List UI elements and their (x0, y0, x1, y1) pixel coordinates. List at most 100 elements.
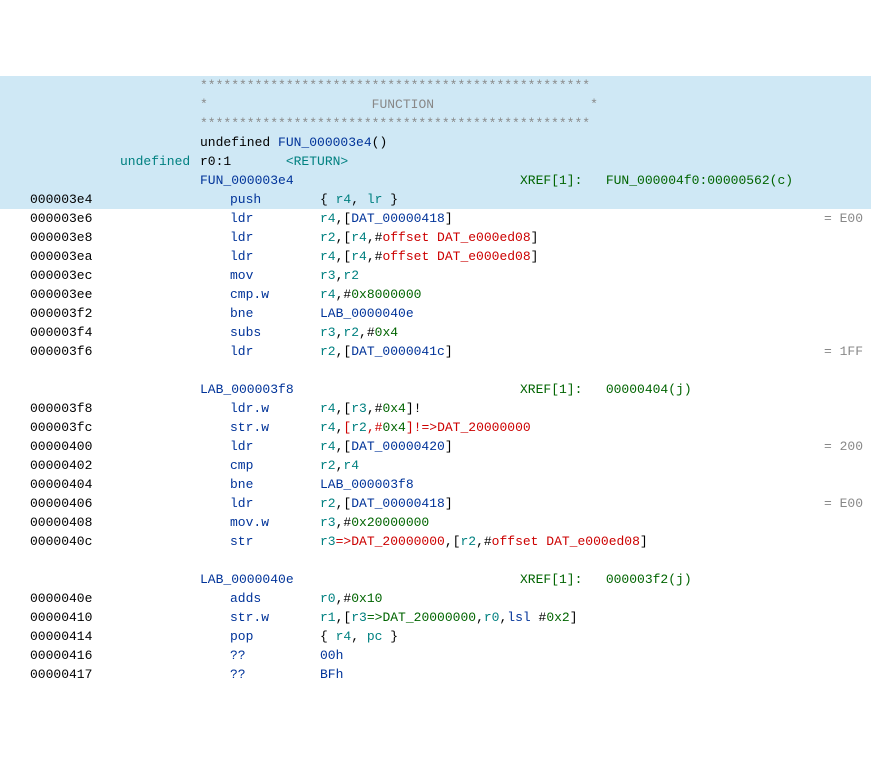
instruction-row[interactable]: 000003f6ldrr2,[DAT_0000041c]= 1FF (0, 342, 871, 361)
operands[interactable]: { r4, pc } (320, 627, 871, 646)
mnemonic: str.w (230, 608, 320, 627)
address[interactable]: 000003e8 (30, 228, 120, 247)
mnemonic: bne (230, 304, 320, 323)
address[interactable]: 00000402 (30, 456, 120, 475)
operands[interactable]: r2,r4 (320, 456, 871, 475)
address[interactable]: 000003f4 (30, 323, 120, 342)
address[interactable]: 000003ee (30, 285, 120, 304)
instruction-row[interactable]: 00000402 cmpr2,r4 (0, 456, 871, 475)
mnemonic: subs (230, 323, 320, 342)
mnemonic: ldr (230, 342, 320, 361)
address[interactable]: 00000417 (30, 665, 120, 684)
mnemonic: ldr (230, 494, 320, 513)
address[interactable]: 000003e6 (30, 209, 120, 228)
operands[interactable]: r1,[r3=>DAT_20000000,r0,lsl #0x2] (320, 608, 871, 627)
mnemonic: ldr (230, 437, 320, 456)
operands[interactable]: r3,#0x20000000 (320, 513, 871, 532)
operands[interactable]: r4,[DAT_00000418] (320, 209, 793, 228)
blank-line (0, 361, 871, 380)
address[interactable]: 000003f8 (30, 399, 120, 418)
instruction-row[interactable]: 00000406ldrr2,[DAT_00000418]= E00 (0, 494, 871, 513)
operands[interactable]: r2,[DAT_00000418] (320, 494, 793, 513)
mnemonic: push (230, 190, 320, 209)
mnemonic: cmp (230, 456, 320, 475)
operands[interactable]: { r4, lr } (320, 190, 871, 209)
function-banner-top: ****************************************… (0, 76, 871, 95)
mnemonic: pop (230, 627, 320, 646)
xref-link[interactable]: FUN_000004f0:00000562(c) (606, 173, 793, 188)
address[interactable]: 000003fc (30, 418, 120, 437)
instruction-row[interactable]: 000003fcstr.wr4,[r2,#0x4]!=>DAT_20000000 (0, 418, 871, 437)
instruction-row[interactable]: 000003e4 push{ r4, lr } (0, 190, 871, 209)
address[interactable]: 0000040c (30, 532, 120, 551)
address[interactable]: 00000404 (30, 475, 120, 494)
address[interactable]: 000003f2 (30, 304, 120, 323)
address[interactable]: 000003ec (30, 266, 120, 285)
function-banner-title: * FUNCTION * (0, 95, 871, 114)
operands[interactable]: r2,[DAT_0000041c] (320, 342, 793, 361)
operands[interactable]: r0,#0x10 (320, 589, 871, 608)
address[interactable]: 00000408 (30, 513, 120, 532)
operands[interactable]: r4,[DAT_00000420] (320, 437, 793, 456)
code-label[interactable]: LAB_000003f8 XREF[1]: 00000404(j) (0, 380, 871, 399)
instruction-row[interactable]: 000003ec movr3,r2 (0, 266, 871, 285)
function-name[interactable]: FUN_000003e4 (278, 135, 372, 150)
instruction-row[interactable]: 000003f2 bneLAB_0000040e (0, 304, 871, 323)
operands[interactable]: r3=>DAT_20000000,[r2,#offset DAT_e000ed0… (320, 532, 871, 551)
function-label[interactable]: FUN_000003e4 XREF[1]: FUN_000004f0:000005… (0, 171, 871, 190)
instruction-row[interactable]: 00000410 str.wr1,[r3=>DAT_20000000,r0,lsl… (0, 608, 871, 627)
operands[interactable]: LAB_000003f8 (320, 475, 871, 494)
instruction-row[interactable]: 000003f4 subsr3,r2,#0x4 (0, 323, 871, 342)
instruction-row[interactable]: 000003e6ldrr4,[DAT_00000418]= E00 (0, 209, 871, 228)
operands[interactable]: r4,[r2,#0x4]!=>DAT_20000000 (320, 418, 871, 437)
label-name[interactable]: LAB_0000040e (200, 572, 294, 587)
mnemonic: ?? (230, 646, 320, 665)
blank-line (0, 551, 871, 570)
address[interactable]: 00000400 (30, 437, 120, 456)
address[interactable]: 000003f6 (30, 342, 120, 361)
instruction-row[interactable]: 0000040c strr3=>DAT_20000000,[r2,#offset … (0, 532, 871, 551)
address[interactable]: 00000406 (30, 494, 120, 513)
instruction-row[interactable]: 00000416??00h (0, 646, 871, 665)
instruction-row[interactable]: 000003ealdrr4,[r4,#offset DAT_e000ed08] (0, 247, 871, 266)
operands[interactable]: r3,r2,#0x4 (320, 323, 871, 342)
xref-count: XREF[1]: (520, 173, 582, 188)
instruction-row[interactable]: 00000417??BFh (0, 665, 871, 684)
address[interactable]: 00000410 (30, 608, 120, 627)
instruction-row[interactable]: 000003eecmp.wr4,#0x8000000 (0, 285, 871, 304)
address[interactable]: 000003ea (30, 247, 120, 266)
operands[interactable]: r4,[r4,#offset DAT_e000ed08] (320, 247, 871, 266)
code-label[interactable]: LAB_0000040e XREF[1]: 000003f2(j) (0, 570, 871, 589)
operands[interactable]: r4,[r3,#0x4]! (320, 399, 871, 418)
instruction-row[interactable]: 0000040eaddsr0,#0x10 (0, 589, 871, 608)
xref-count: XREF[1]: (520, 382, 582, 397)
instruction-row[interactable]: 00000414 pop{ r4, pc } (0, 627, 871, 646)
mnemonic: mov (230, 266, 320, 285)
disassembly-listing[interactable]: ****************************************… (0, 76, 871, 684)
mnemonic: ?? (230, 665, 320, 684)
xref-link[interactable]: 000003f2(j) (606, 572, 692, 587)
instruction-row[interactable]: 00000404 bneLAB_000003f8 (0, 475, 871, 494)
xref-count: XREF[1]: (520, 572, 582, 587)
operands[interactable]: r2,[r4,#offset DAT_e000ed08] (320, 228, 871, 247)
address[interactable]: 00000414 (30, 627, 120, 646)
instruction-row[interactable]: 000003e8ldrr2,[r4,#offset DAT_e000ed08] (0, 228, 871, 247)
function-signature[interactable]: undefined FUN_000003e4() (0, 133, 871, 152)
label-name[interactable]: LAB_000003f8 (200, 382, 294, 397)
function-label-name[interactable]: FUN_000003e4 (200, 173, 294, 188)
instruction-row[interactable]: 000003f8ldr.wr4,[r3,#0x4]! (0, 399, 871, 418)
mnemonic: str (230, 532, 320, 551)
operands[interactable]: BFh (320, 665, 871, 684)
address[interactable]: 00000416 (30, 646, 120, 665)
address[interactable]: 000003e4 (30, 190, 120, 209)
operands[interactable]: 00h (320, 646, 871, 665)
address[interactable]: 0000040e (30, 589, 120, 608)
operands[interactable]: LAB_0000040e (320, 304, 871, 323)
operands[interactable]: r3,r2 (320, 266, 871, 285)
mnemonic: bne (230, 475, 320, 494)
instruction-row[interactable]: 00000408mov.wr3,#0x20000000 (0, 513, 871, 532)
instruction-row[interactable]: 00000400ldrr4,[DAT_00000420]= 200 (0, 437, 871, 456)
return-storage: undefinedr0:1 <RETURN> (0, 152, 871, 171)
operands[interactable]: r4,#0x8000000 (320, 285, 871, 304)
xref-link[interactable]: 00000404(j) (606, 382, 692, 397)
